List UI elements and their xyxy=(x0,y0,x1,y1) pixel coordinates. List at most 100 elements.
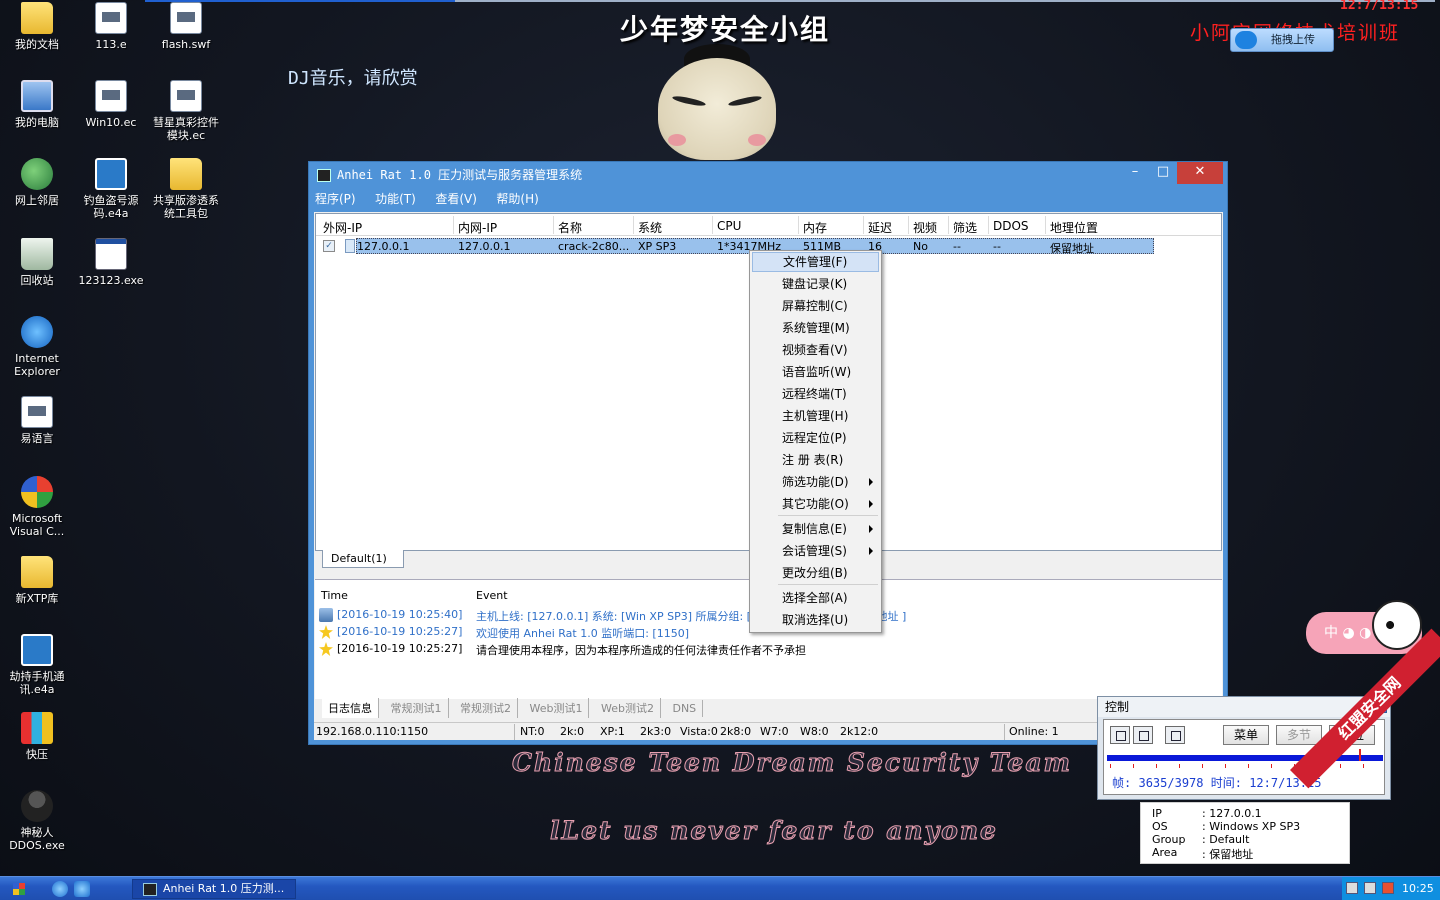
desktop-icon-label: flash.swf xyxy=(161,38,211,51)
video-title: 少年梦安全小组 xyxy=(620,13,831,46)
desktop-icon[interactable]: 网上邻居 xyxy=(0,158,74,207)
timeline-bar[interactable] xyxy=(1107,755,1383,761)
status-2k8: 2k8:0 xyxy=(720,725,752,738)
tab-web-test-1[interactable]: Web测试1 xyxy=(524,698,590,718)
context-menu-item[interactable]: 屏幕控制(C) xyxy=(752,296,879,316)
context-menu-item[interactable]: 选择全部(A) xyxy=(752,588,879,608)
row-checkbox[interactable]: ✓ xyxy=(323,240,335,252)
log-col-time[interactable]: Time xyxy=(321,589,348,602)
star-icon xyxy=(319,625,333,639)
context-menu-item[interactable]: 远程定位(P) xyxy=(752,428,879,448)
col-external-ip[interactable]: 外网-IP xyxy=(323,219,362,236)
col-internal-ip[interactable]: 内网-IP xyxy=(458,219,497,236)
context-menu-item[interactable]: 系统管理(M) xyxy=(752,318,879,338)
minimize-button[interactable]: – xyxy=(1121,162,1149,184)
context-menu-item[interactable]: 视频查看(V) xyxy=(752,340,879,360)
col-system[interactable]: 系统 xyxy=(638,219,662,236)
desktop-icon[interactable]: flash.swf xyxy=(149,2,223,51)
frame-time-readout: 帧: 3635/3978 时间: 12:7/13:15 xyxy=(1112,774,1321,791)
taskbar-item-label: Anhei Rat 1.0 压力测... xyxy=(163,882,285,895)
quicklaunch-icon[interactable] xyxy=(74,881,90,897)
tab-web-test-2[interactable]: Web测试2 xyxy=(595,698,661,718)
context-menu-item[interactable]: 注 册 表(R) xyxy=(752,450,879,470)
desktop-icon[interactable]: Win10.ec xyxy=(74,80,148,129)
tray-icon[interactable] xyxy=(1346,882,1358,894)
desktop-icon[interactable]: Internet Explorer xyxy=(0,316,74,378)
file-icon xyxy=(170,80,202,112)
desktop-icon[interactable]: 113.e xyxy=(74,2,148,51)
desktop-icon[interactable]: 神秘人DDOS.exe xyxy=(0,790,74,852)
taskbar-item-anhei-rat[interactable]: Anhei Rat 1.0 压力测... xyxy=(132,879,296,899)
desktop-icon[interactable]: 我的电脑 xyxy=(0,80,74,129)
context-menu-item[interactable]: 键盘记录(K) xyxy=(752,274,879,294)
tray-icon[interactable] xyxy=(1364,882,1376,894)
upload-button[interactable]: 拖拽上传 xyxy=(1230,28,1334,52)
tab-log[interactable]: 日志信息 xyxy=(322,698,379,718)
context-menu-item[interactable]: 其它功能(O) xyxy=(752,494,879,514)
col-video[interactable]: 视频 xyxy=(913,219,937,236)
pause-icon[interactable] xyxy=(1110,726,1130,744)
context-menu-item[interactable]: 会话管理(S) xyxy=(752,541,879,561)
start-button[interactable] xyxy=(4,880,34,898)
col-ddos[interactable]: DDOS xyxy=(993,219,1029,233)
multi-section-button[interactable]: 多节 xyxy=(1276,725,1322,745)
submenu-arrow-icon xyxy=(869,500,873,508)
context-menu-item[interactable]: 筛选功能(D) xyxy=(752,472,879,492)
status-2k: 2k:0 xyxy=(560,725,585,738)
submenu-arrow-icon xyxy=(869,478,873,486)
desktop-icon[interactable]: 钓鱼盗号源码.e4a xyxy=(74,158,148,220)
group-tab-default[interactable]: Default(1) xyxy=(322,550,404,568)
desktop-icon[interactable]: 共享版渗透系统工具包 xyxy=(149,158,223,220)
tab-dns[interactable]: DNS xyxy=(666,700,704,717)
desktop-icon[interactable]: 易语言 xyxy=(0,396,74,445)
stop-icon[interactable] xyxy=(1133,726,1153,744)
desktop-icon[interactable]: 新XTP库 xyxy=(0,556,74,605)
context-menu-item[interactable]: 更改分组(B) xyxy=(752,563,879,583)
desktop-icon[interactable]: 我的文档 xyxy=(0,2,74,51)
log-col-event[interactable]: Event xyxy=(476,589,508,602)
desktop-icon[interactable]: 回收站 xyxy=(0,238,74,287)
context-menu-item[interactable]: 语音监听(W) xyxy=(752,362,879,382)
col-memory[interactable]: 内存 xyxy=(803,219,827,236)
col-name[interactable]: 名称 xyxy=(558,219,582,236)
window-titlebar[interactable]: Anhei Rat 1.0 压力测试与服务器管理系统 xyxy=(309,162,1227,188)
submenu-arrow-icon xyxy=(869,547,873,555)
tab-normal-test-2[interactable]: 常规测试2 xyxy=(454,698,518,718)
desktop-icon[interactable]: Microsoft Visual C... xyxy=(0,476,74,538)
next-icon[interactable] xyxy=(1165,726,1185,744)
desktop-icon[interactable]: 123123.exe xyxy=(74,238,148,287)
maximize-button[interactable]: □ xyxy=(1149,162,1177,184)
zip-icon xyxy=(21,712,53,744)
close-button[interactable]: ✕ xyxy=(1177,162,1223,184)
file-icon xyxy=(95,2,127,34)
timeline-tick xyxy=(1156,764,1157,768)
tab-normal-test-1[interactable]: 常规测试1 xyxy=(385,698,449,718)
col-cpu[interactable]: CPU xyxy=(717,219,741,233)
status-xp: XP:1 xyxy=(600,725,625,738)
menu-help[interactable]: 帮助(H) xyxy=(496,190,538,207)
context-menu-item[interactable]: 远程终端(T) xyxy=(752,384,879,404)
desktop-icon-label: 123123.exe xyxy=(78,274,144,287)
context-menu-label: 主机管理(H) xyxy=(782,409,849,423)
tray-icon[interactable] xyxy=(1382,882,1394,894)
menu-button[interactable]: 菜单 xyxy=(1223,725,1269,745)
col-location[interactable]: 地理位置 xyxy=(1050,219,1098,236)
col-latency[interactable]: 延迟 xyxy=(868,219,892,236)
context-menu-item[interactable]: 取消选择(U) xyxy=(752,610,879,630)
desktop-icon[interactable]: 快压 xyxy=(0,712,74,761)
menu-view[interactable]: 查看(V) xyxy=(435,190,477,207)
context-menu-item[interactable]: 复制信息(E) xyxy=(752,519,879,539)
desktop-icon-label: 我的文档 xyxy=(15,38,59,51)
desktop-icon[interactable]: 劫持手机通讯.e4a xyxy=(0,634,74,696)
desktop-icon[interactable]: 彗星真彩控件模块.ec xyxy=(149,80,223,142)
menu-function[interactable]: 功能(T) xyxy=(375,190,416,207)
col-filter[interactable]: 筛选 xyxy=(953,219,977,236)
timeline-cursor[interactable] xyxy=(1359,749,1362,761)
context-menu-item[interactable]: 主机管理(H) xyxy=(752,406,879,426)
team-caption-2: lLet us never fear to anyone xyxy=(550,816,998,846)
submenu-arrow-icon xyxy=(869,525,873,533)
context-menu-item[interactable]: 文件管理(F) xyxy=(752,252,879,272)
menu-program[interactable]: 程序(P) xyxy=(315,190,356,207)
log-time: [2016-10-19 10:25:27] xyxy=(337,642,463,655)
ie-quicklaunch-icon[interactable] xyxy=(52,881,68,897)
